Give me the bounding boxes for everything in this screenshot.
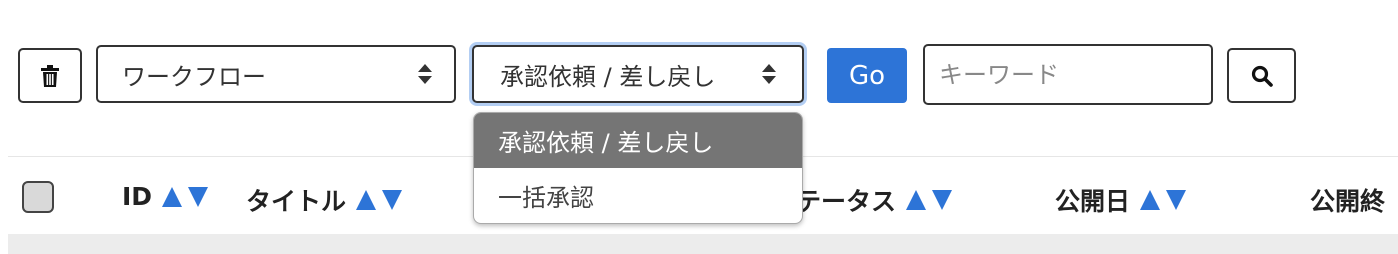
sort-controls [1140, 190, 1187, 210]
trash-icon [41, 64, 59, 87]
column-header-label: 公開終 [1310, 187, 1386, 216]
column-header-label: 公開日 [1055, 187, 1131, 216]
sort-asc-icon[interactable] [1140, 190, 1161, 210]
bulk-action-dropdown-menu: 承認依頼 / 差し戻し 一括承認 [473, 112, 803, 224]
column-header-label: タイトル [246, 187, 347, 216]
column-header-publish-date[interactable]: 公開日 [1055, 182, 1187, 218]
sort-controls [906, 190, 953, 210]
column-header-publish-end[interactable]: 公開終 [1310, 182, 1385, 218]
sort-asc-icon[interactable] [162, 186, 183, 207]
table-row [8, 234, 1398, 254]
sort-desc-icon[interactable] [1166, 190, 1187, 210]
bulk-action-select[interactable]: 承認依頼 / 差し戻し [472, 45, 804, 103]
workflow-select-value: ワークフロー [122, 62, 266, 91]
delete-button[interactable] [18, 48, 82, 103]
go-button[interactable]: Go [827, 48, 907, 103]
sort-controls [162, 186, 209, 207]
bulk-action-select-value: 承認依頼 / 差し戻し [500, 62, 716, 91]
column-header-label: テータス [796, 187, 897, 216]
keyword-search-input[interactable] [923, 44, 1213, 105]
column-header-status[interactable]: テータス [796, 182, 953, 218]
column-header-id[interactable]: ID [122, 182, 209, 211]
dropdown-option-bulk-approve[interactable]: 一括承認 [474, 168, 802, 223]
search-icon [1251, 65, 1273, 87]
sort-asc-icon[interactable] [906, 190, 927, 210]
sort-desc-icon[interactable] [188, 186, 209, 207]
sort-desc-icon[interactable] [382, 190, 403, 210]
column-header-title[interactable]: タイトル [246, 182, 403, 218]
sort-asc-icon[interactable] [356, 190, 377, 210]
sort-controls [356, 190, 403, 210]
column-header-label: ID [122, 182, 153, 211]
sort-desc-icon[interactable] [932, 190, 953, 210]
select-all-checkbox[interactable] [22, 181, 54, 213]
workflow-select[interactable]: ワークフロー [96, 45, 456, 103]
search-button[interactable] [1227, 48, 1296, 103]
dropdown-option-approval-request[interactable]: 承認依頼 / 差し戻し [474, 113, 802, 168]
select-arrows-icon [762, 63, 776, 85]
select-arrows-icon [418, 63, 432, 85]
